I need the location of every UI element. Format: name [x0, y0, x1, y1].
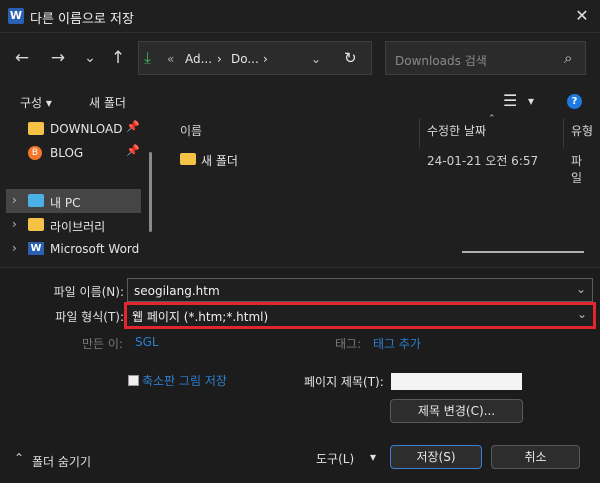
- new-folder-button[interactable]: 새 폴더: [89, 94, 126, 111]
- chevron-up-icon[interactable]: ⌃: [14, 451, 24, 465]
- page-title-label: 페이지 제목(T):: [304, 375, 384, 389]
- blogger-icon: B: [28, 146, 42, 160]
- word-icon: W: [28, 242, 44, 255]
- filetype-label: 파일 형식(T):: [55, 310, 124, 324]
- column-divider[interactable]: [419, 118, 420, 148]
- file-type: 파일: [571, 154, 583, 185]
- back-button[interactable]: ←: [10, 46, 34, 70]
- sidebar-item-label: DOWNLOAD: [50, 122, 123, 136]
- tools-button[interactable]: 도구(L): [316, 450, 354, 467]
- save-thumbnail-checkbox[interactable]: [128, 375, 139, 386]
- view-icon[interactable]: ☰: [503, 91, 517, 110]
- recent-locations-button[interactable]: ⌄: [78, 46, 102, 70]
- author-label: 만든 이:: [82, 337, 123, 351]
- save-button[interactable]: 저장(S): [390, 445, 482, 469]
- hide-folders-button[interactable]: 폴더 숨기기: [32, 453, 91, 470]
- sidebar-item-this-pc[interactable]: › 내 PC: [6, 189, 141, 213]
- column-divider[interactable]: [563, 118, 564, 148]
- download-icon: ⤓: [144, 48, 152, 67]
- sidebar-item-libraries[interactable]: › 라이브러리: [6, 213, 141, 237]
- filename-label: 파일 이름(N):: [53, 285, 124, 299]
- sidebar-item-blog[interactable]: B BLOG 📌: [6, 141, 141, 165]
- save-thumbnail-label[interactable]: 축소판 그림 저장: [142, 372, 227, 389]
- sidebar-item-label: 라이브러리: [50, 220, 106, 234]
- sidebar-item-microsoft-word[interactable]: › W Microsoft Word: [6, 237, 141, 261]
- column-header-type[interactable]: 유형: [571, 122, 593, 139]
- folder-icon: [180, 153, 196, 165]
- search-box[interactable]: Downloads 검색 ⌕: [385, 41, 586, 75]
- breadcrumb-sep[interactable]: ›: [217, 52, 222, 66]
- library-folder-icon: [28, 218, 44, 231]
- filetype-select[interactable]: 웹 페이지 (*.htm;*.html) ⌄: [124, 302, 596, 329]
- refresh-icon[interactable]: ↻: [344, 49, 357, 67]
- table-row[interactable]: 새 폴더 24-01-21 오전 6:57 파일: [178, 150, 588, 185]
- window-title: 다른 이름으로 저장: [30, 12, 134, 27]
- view-dropdown-icon[interactable]: ▾: [528, 94, 534, 108]
- sidebar-item-download[interactable]: DOWNLOAD 📌: [6, 117, 141, 141]
- filetype-value: 웹 페이지 (*.htm;*.html): [132, 310, 269, 324]
- sidebar-item-label: 내 PC: [50, 196, 81, 210]
- tools-dropdown-icon[interactable]: ▾: [370, 450, 376, 464]
- pin-icon: 📌: [126, 120, 140, 133]
- sidebar-item-label: BLOG: [50, 146, 84, 160]
- tags-label: 태그:: [335, 337, 362, 351]
- search-placeholder: Downloads 검색: [395, 54, 487, 68]
- computer-icon: [28, 194, 44, 207]
- chevron-down-icon[interactable]: ⌄: [577, 307, 587, 321]
- horizontal-scrollbar[interactable]: [462, 251, 584, 253]
- navigation-pane: DOWNLOAD 📌 B BLOG 📌 › 내 PC › 라이브러리 › W M…: [6, 117, 156, 267]
- chevron-right-icon[interactable]: ›: [12, 217, 17, 231]
- chevron-right-icon[interactable]: ›: [12, 241, 17, 255]
- breadcrumb-appdata[interactable]: Ad...: [185, 52, 212, 66]
- chevron-right-icon[interactable]: ›: [12, 193, 17, 207]
- forward-button[interactable]: →: [46, 46, 70, 70]
- file-modified: 24-01-21 오전 6:57: [427, 154, 539, 168]
- add-tag-link[interactable]: 태그 추가: [373, 335, 421, 352]
- close-button[interactable]: ✕: [571, 6, 593, 26]
- search-icon[interactable]: ⌕: [564, 49, 572, 67]
- author-value[interactable]: SGL: [135, 335, 159, 349]
- address-dropdown-icon[interactable]: ⌄: [311, 52, 321, 66]
- filename-input[interactable]: seogilang.htm ⌄: [127, 278, 593, 302]
- chevron-down-icon[interactable]: ⌄: [576, 282, 586, 296]
- column-header-name[interactable]: 이름: [180, 122, 202, 139]
- up-button[interactable]: ↑: [106, 46, 130, 70]
- file-name: 새 폴더: [201, 154, 238, 168]
- change-title-button[interactable]: 제목 변경(C)...: [390, 399, 523, 423]
- sidebar-item-label: Microsoft Word: [50, 242, 140, 256]
- overflow-chevrons[interactable]: «: [167, 52, 174, 66]
- breadcrumb-sep[interactable]: ›: [263, 52, 268, 66]
- navigation-scrollbar[interactable]: [149, 152, 152, 232]
- help-icon[interactable]: ?: [567, 94, 582, 109]
- sort-up-icon: ⌃: [488, 114, 496, 124]
- breadcrumb-downloads[interactable]: Do...: [231, 52, 259, 66]
- column-header-modified[interactable]: 수정한 날짜: [427, 122, 486, 139]
- pin-icon: 📌: [126, 144, 140, 157]
- address-bar[interactable]: ⤓ « Ad... › Do... › ⌄ ↻: [138, 41, 372, 75]
- word-app-icon: W: [8, 8, 24, 24]
- cancel-button[interactable]: 취소: [491, 445, 580, 469]
- page-title-box: [391, 373, 522, 390]
- filename-value: seogilang.htm: [134, 284, 220, 298]
- organize-button[interactable]: 구성 ▾: [20, 94, 52, 111]
- folder-icon: [28, 122, 44, 135]
